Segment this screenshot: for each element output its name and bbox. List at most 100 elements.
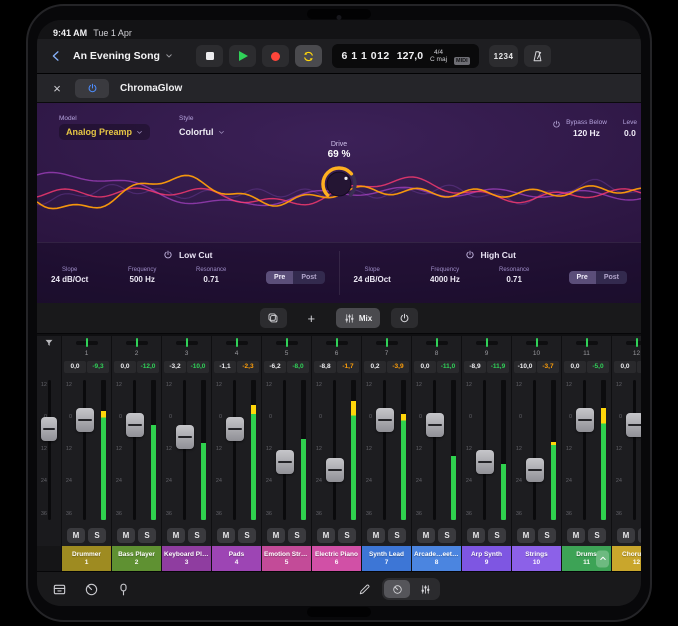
track-name-cell[interactable]: Emotion Strings 5	[262, 546, 311, 571]
pan-control[interactable]	[376, 341, 398, 345]
fader-handle[interactable]	[526, 458, 544, 482]
cycle-button[interactable]	[295, 45, 322, 67]
level-control[interactable]: Leve 0.0	[623, 119, 637, 138]
solo-button[interactable]: S	[138, 528, 156, 543]
fader-handle[interactable]	[176, 425, 194, 449]
close-plugin-button[interactable]: ×	[50, 82, 64, 95]
mixer-view-button[interactable]	[412, 580, 438, 598]
pan-control[interactable]	[476, 341, 498, 345]
style-dropdown[interactable]: Style Colorful	[179, 115, 225, 140]
fader-handle[interactable]	[226, 417, 244, 441]
master-name-cell[interactable]	[37, 546, 61, 571]
mute-button[interactable]: M	[367, 528, 385, 543]
solo-button[interactable]: S	[588, 528, 606, 543]
fader-handle[interactable]	[576, 408, 594, 432]
song-title-menu[interactable]: An Evening Song	[73, 50, 173, 62]
mixer-power-button[interactable]	[391, 308, 418, 328]
track-name-cell[interactable]: Electric Piano 6	[312, 546, 361, 571]
pan-control[interactable]	[626, 341, 642, 345]
power-icon[interactable]	[465, 250, 475, 260]
mute-button[interactable]: M	[267, 528, 285, 543]
pan-control[interactable]	[226, 341, 248, 345]
add-track-button[interactable]: +	[298, 308, 325, 328]
pre-button[interactable]: Pre	[266, 271, 293, 284]
pan-control[interactable]	[76, 341, 98, 345]
mix-view-button[interactable]: Mix	[336, 308, 380, 328]
solo-button[interactable]: S	[288, 528, 306, 543]
pan-control[interactable]	[176, 341, 198, 345]
fader-handle[interactable]	[626, 413, 641, 437]
stop-button[interactable]	[196, 45, 223, 67]
pencil-icon[interactable]	[358, 583, 371, 596]
solo-button[interactable]: S	[388, 528, 406, 543]
solo-button[interactable]: S	[538, 528, 556, 543]
mute-button[interactable]: M	[417, 528, 435, 543]
track-name-cell[interactable]: Arp Synth 9	[462, 546, 511, 571]
fader-handle[interactable]	[326, 458, 344, 482]
post-button[interactable]: Post	[293, 271, 324, 284]
metronome-button[interactable]	[524, 45, 551, 67]
mute-button[interactable]: M	[167, 528, 185, 543]
model-dropdown[interactable]: Model Analog Preamp	[59, 115, 150, 140]
plugin-power-button[interactable]	[75, 79, 109, 98]
solo-button[interactable]: S	[638, 528, 641, 543]
fader-handle[interactable]	[376, 408, 394, 432]
drive-knob[interactable]	[318, 163, 360, 205]
solo-button[interactable]: S	[438, 528, 456, 543]
track-name-cell[interactable]: Strings 10	[512, 546, 561, 571]
slope-control[interactable]: Slope 24 dB/Oct	[354, 267, 391, 284]
pan-control[interactable]	[426, 341, 448, 345]
mute-button[interactable]: M	[217, 528, 235, 543]
mute-button[interactable]: M	[517, 528, 535, 543]
track-name-cell[interactable]: Arcade…eet Pad 8	[412, 546, 461, 571]
resonance-control[interactable]: Resonance 0.71	[499, 267, 529, 284]
fader-handle[interactable]	[276, 450, 294, 474]
back-button[interactable]	[47, 45, 65, 67]
power-icon[interactable]	[163, 250, 173, 260]
pre-button[interactable]: Pre	[569, 271, 596, 284]
lcd-display[interactable]: 6 1 1 012 127,0 4/4 C maj MIDI	[332, 44, 478, 68]
mute-button[interactable]: M	[617, 528, 635, 543]
track-name-cell[interactable]: Drummer 1	[62, 546, 111, 571]
solo-button[interactable]: S	[488, 528, 506, 543]
filter-icon[interactable]	[44, 338, 54, 348]
solo-button[interactable]: S	[188, 528, 206, 543]
post-button[interactable]: Post	[596, 271, 627, 284]
controls-icon[interactable]	[84, 582, 99, 597]
duplicate-button[interactable]	[260, 308, 287, 328]
track-name-cell[interactable]: Synth Lead 7	[362, 546, 411, 571]
mute-button[interactable]: M	[317, 528, 335, 543]
mute-button[interactable]: M	[67, 528, 85, 543]
frequency-control[interactable]: Frequency 500 Hz	[128, 267, 156, 284]
track-name-cell[interactable]: Bass Player 2	[112, 546, 161, 571]
mute-button[interactable]: M	[567, 528, 585, 543]
track-name-cell[interactable]: Keyboard Player 3	[162, 546, 211, 571]
solo-button[interactable]: S	[88, 528, 106, 543]
pan-control[interactable]	[526, 341, 548, 345]
slope-control[interactable]: Slope 24 dB/Oct	[51, 267, 88, 284]
resonance-control[interactable]: Resonance 0.71	[196, 267, 226, 284]
fader-handle[interactable]	[76, 408, 94, 432]
pan-control[interactable]	[326, 341, 348, 345]
frequency-control[interactable]: Frequency 4000 Hz	[430, 267, 460, 284]
fader-handle[interactable]	[476, 450, 494, 474]
pan-control[interactable]	[576, 341, 598, 345]
collapse-stack-button[interactable]	[596, 550, 609, 567]
solo-button[interactable]: S	[238, 528, 256, 543]
fader-handle[interactable]	[126, 413, 144, 437]
track-name-cell[interactable]: Drums 11	[562, 546, 611, 571]
count-in-button[interactable]: 1234	[489, 45, 519, 67]
play-button[interactable]	[229, 45, 256, 67]
fader-handle[interactable]	[426, 413, 444, 437]
track-name-cell[interactable]: Pads 4	[212, 546, 261, 571]
pan-control[interactable]	[276, 341, 298, 345]
bypass-below-control[interactable]: Bypass Below 120 Hz	[552, 119, 607, 138]
mute-button[interactable]: M	[467, 528, 485, 543]
pan-control[interactable]	[126, 341, 148, 345]
connector-icon[interactable]	[116, 582, 131, 597]
solo-button[interactable]: S	[338, 528, 356, 543]
browser-icon[interactable]	[52, 582, 67, 597]
record-button[interactable]	[262, 45, 289, 67]
mute-button[interactable]: M	[117, 528, 135, 543]
fader-handle[interactable]	[41, 417, 57, 441]
